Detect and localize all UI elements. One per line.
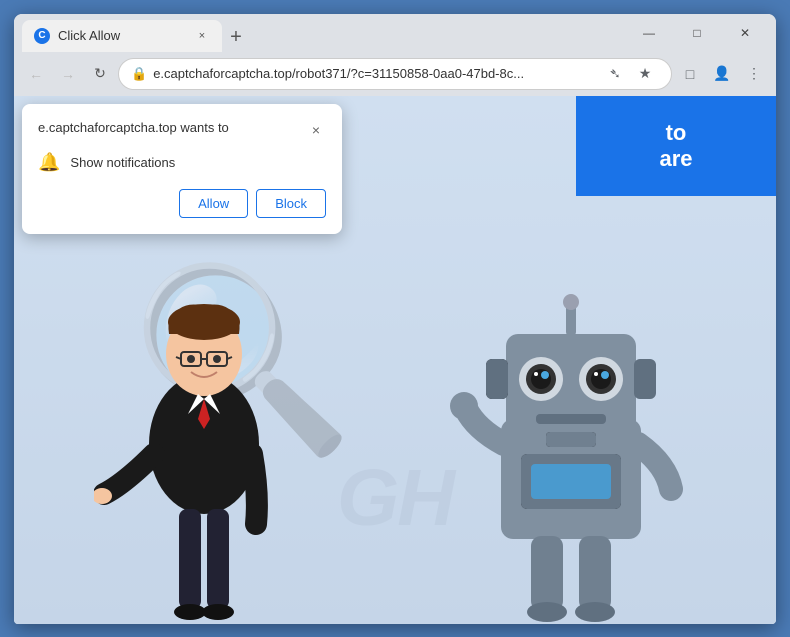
block-button[interactable]: Block [256, 189, 326, 218]
forward-icon: → [61, 66, 75, 82]
profile-icon: 👤 [713, 65, 730, 82]
permission-label: Show notifications [70, 155, 175, 170]
lock-icon: 🔒 [131, 66, 147, 82]
minimize-icon: — [643, 26, 655, 40]
menu-icon: ⋮ [747, 65, 761, 82]
allow-button[interactable]: Allow [179, 189, 248, 218]
bookmark-icon: ★ [639, 65, 652, 82]
popup-close-button[interactable]: × [306, 120, 326, 140]
back-button[interactable]: ← [22, 60, 50, 88]
share-icon: ➴ [609, 65, 621, 82]
content-area: to are 🔍 [14, 96, 776, 624]
robot-illustration [446, 244, 696, 624]
back-icon: ← [29, 66, 43, 82]
menu-button[interactable]: ⋮ [740, 60, 768, 88]
refresh-icon: ↻ [94, 65, 106, 82]
minimize-button[interactable]: — [626, 19, 672, 47]
tab-close-button[interactable]: × [194, 28, 210, 44]
url-actions: ➴ ★ [601, 60, 659, 88]
extensions-button[interactable]: □ [676, 60, 704, 88]
window-controls: — □ ✕ [626, 19, 768, 47]
tab-favicon: C [34, 28, 50, 44]
share-button[interactable]: ➴ [601, 60, 629, 88]
top-banner: to are [576, 96, 776, 196]
browser-window: C Click Allow × + — □ ✕ ← → [14, 14, 776, 624]
person-illustration [94, 244, 314, 624]
url-bar[interactable]: 🔒 e.captchaforcaptcha.top/robot371/?c=31… [118, 58, 672, 90]
new-tab-button[interactable]: + [222, 24, 250, 52]
popup-permission-row: 🔔 Show notifications [38, 152, 326, 173]
forward-button[interactable]: → [54, 60, 82, 88]
tab-bar: C Click Allow × + [22, 14, 626, 52]
address-bar: ← → ↻ 🔒 e.captchaforcaptcha.top/robot371… [14, 52, 776, 96]
tab-title: Click Allow [58, 28, 186, 43]
bell-icon: 🔔 [38, 152, 60, 173]
popup-site-name: e.captchaforcaptcha.top wants to [38, 120, 229, 135]
url-text: e.captchaforcaptcha.top/robot371/?c=3115… [153, 66, 595, 81]
banner-text-2: are [659, 146, 692, 172]
close-icon: ✕ [740, 26, 750, 40]
bookmark-button[interactable]: ★ [631, 60, 659, 88]
refresh-button[interactable]: ↻ [86, 60, 114, 88]
extensions-icon: □ [686, 66, 694, 82]
maximize-button[interactable]: □ [674, 19, 720, 47]
favicon-letter: C [38, 30, 45, 41]
popup-close-icon: × [312, 122, 320, 138]
permission-popup: e.captchaforcaptcha.top wants to × 🔔 Sho… [22, 104, 342, 234]
watermark-text: GH [337, 452, 453, 544]
popup-buttons: Allow Block [38, 189, 326, 218]
banner-text-1: to [666, 120, 687, 146]
title-bar: C Click Allow × + — □ ✕ [14, 14, 776, 52]
popup-header: e.captchaforcaptcha.top wants to × [38, 120, 326, 140]
close-button[interactable]: ✕ [722, 19, 768, 47]
maximize-icon: □ [693, 26, 700, 40]
active-tab[interactable]: C Click Allow × [22, 20, 222, 52]
profile-button[interactable]: 👤 [708, 60, 736, 88]
